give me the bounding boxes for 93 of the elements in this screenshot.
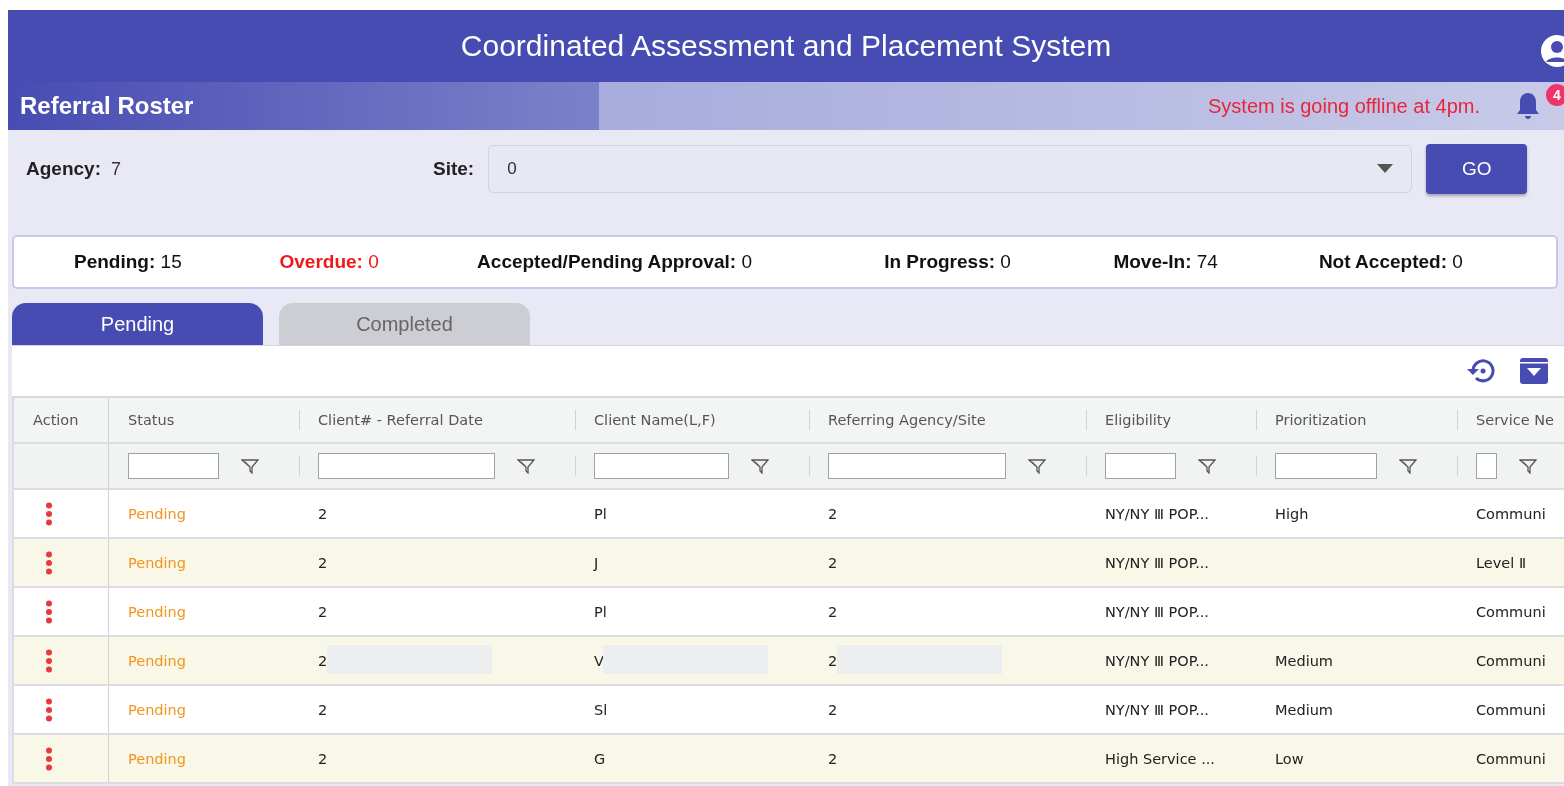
status-text: Pending bbox=[128, 701, 186, 718]
filter-input[interactable] bbox=[828, 453, 1006, 479]
table-cell: Medium bbox=[1275, 701, 1333, 718]
go-button[interactable]: GO bbox=[1426, 144, 1528, 194]
table-row[interactable]: Pending 2 Sl 2 NY/NY Ⅲ POP... Medium Communi bbox=[12, 686, 1564, 735]
column-header[interactable]: Status bbox=[128, 412, 175, 428]
table-row[interactable]: Pending 2 J 2 NY/NY Ⅲ POP... Level Ⅱ bbox=[12, 539, 1564, 588]
table-cell: Low bbox=[1275, 750, 1304, 767]
more-icon[interactable] bbox=[45, 697, 53, 722]
table-cell: 2 bbox=[318, 701, 328, 718]
table-cell: 2 bbox=[828, 603, 838, 620]
status-count: Accepted/Pending Approval: 0 bbox=[477, 251, 753, 273]
filter-input[interactable] bbox=[1105, 453, 1176, 479]
column-header[interactable]: Referring Agency/Site bbox=[828, 412, 986, 428]
filter-input[interactable] bbox=[1476, 453, 1497, 479]
column-header[interactable]: Client# - Referral Date bbox=[318, 412, 483, 428]
dropdown-caret-icon[interactable] bbox=[1377, 164, 1394, 174]
table-cell: 2 bbox=[828, 652, 838, 669]
table-cell: G bbox=[594, 750, 606, 767]
table-cell: 2 bbox=[318, 603, 328, 620]
table-cell: Communi bbox=[1476, 652, 1546, 669]
column-header[interactable]: Service Ne bbox=[1476, 412, 1554, 428]
table-cell: Pl bbox=[594, 505, 607, 522]
offline-notice: System is going offline at 4pm. bbox=[1208, 94, 1480, 118]
table-cell: Sl bbox=[594, 701, 608, 718]
download-icon[interactable] bbox=[1518, 356, 1550, 386]
page-title: Referral Roster bbox=[20, 92, 195, 120]
site-select[interactable]: 0 bbox=[488, 145, 1413, 193]
filter-icon[interactable] bbox=[751, 458, 769, 474]
table-row[interactable]: Pending 2 Pl 2 NY/NY Ⅲ POP... Communi bbox=[12, 588, 1564, 637]
table-cell: Communi bbox=[1476, 750, 1546, 767]
table-cell: 2 bbox=[828, 750, 838, 767]
table-cell: NY/NY Ⅲ POP... bbox=[1105, 603, 1209, 620]
table-cell: Communi bbox=[1476, 505, 1546, 522]
table-cell: Pl bbox=[594, 603, 607, 620]
status-text: Pending bbox=[128, 750, 186, 767]
table-cell: High bbox=[1275, 505, 1309, 522]
table-cell: J bbox=[594, 554, 599, 571]
table-row[interactable]: Pending 2 G 2 High Service ... Low Communi bbox=[12, 735, 1564, 784]
status-count: Overdue: 0 bbox=[279, 251, 380, 273]
agency-label: Agency: bbox=[26, 158, 101, 180]
filter-input[interactable] bbox=[128, 453, 219, 479]
table-cell: NY/NY Ⅲ POP... bbox=[1105, 505, 1209, 522]
table-cell: 2 bbox=[828, 554, 838, 571]
filter-icon[interactable] bbox=[1399, 458, 1417, 474]
more-icon[interactable] bbox=[45, 501, 53, 526]
status-count: Not Accepted: 0 bbox=[1318, 251, 1464, 273]
column-header[interactable]: Eligibility bbox=[1105, 412, 1171, 428]
status-count: Pending: 15 bbox=[74, 251, 183, 273]
table-cell: Level Ⅱ bbox=[1476, 554, 1527, 571]
table-cell: NY/NY Ⅲ POP... bbox=[1105, 652, 1209, 669]
tab[interactable]: Completed bbox=[279, 303, 530, 345]
site-label: Site: bbox=[432, 158, 475, 180]
filter-input[interactable] bbox=[1275, 453, 1377, 479]
more-icon[interactable] bbox=[45, 746, 53, 771]
table-cell: NY/NY Ⅲ POP... bbox=[1105, 554, 1209, 571]
filter-icon[interactable] bbox=[1028, 458, 1046, 474]
filter-icon[interactable] bbox=[1198, 458, 1216, 474]
column-header[interactable]: Action bbox=[33, 412, 79, 428]
more-icon[interactable] bbox=[45, 599, 53, 624]
table-row[interactable]: Pending 2 Pl 2 NY/NY Ⅲ POP... High Communi bbox=[12, 490, 1564, 539]
table-cell: 2 bbox=[318, 750, 328, 767]
table-cell: High Service ... bbox=[1105, 750, 1215, 767]
filter-icon[interactable] bbox=[517, 458, 535, 474]
more-icon[interactable] bbox=[45, 648, 53, 673]
table-cell: 2 bbox=[828, 505, 838, 522]
table-cell: Communi bbox=[1476, 603, 1546, 620]
bell-icon[interactable] bbox=[1514, 91, 1542, 121]
status-text: Pending bbox=[128, 652, 186, 669]
filter-icon[interactable] bbox=[1519, 458, 1537, 474]
table-cell: 2 bbox=[318, 554, 328, 571]
column-header[interactable]: Client Name(L,F) bbox=[594, 412, 716, 428]
filter-icon[interactable] bbox=[241, 458, 259, 474]
table-cell: Communi bbox=[1476, 701, 1546, 718]
status-count: Move-In: 74 bbox=[1113, 251, 1219, 273]
table-cell: 2 bbox=[318, 652, 328, 669]
table-cell: 2 bbox=[828, 701, 838, 718]
table-cell: NY/NY Ⅲ POP... bbox=[1105, 701, 1209, 718]
app-title: Coordinated Assessment and Placement System bbox=[460, 29, 1112, 63]
user-icon[interactable] bbox=[1540, 34, 1564, 68]
column-header[interactable]: Prioritization bbox=[1275, 412, 1367, 428]
table-cell: Medium bbox=[1275, 652, 1333, 669]
status-text: Pending bbox=[128, 554, 186, 571]
notification-badge: 4 bbox=[1546, 84, 1564, 106]
filter-input[interactable] bbox=[318, 453, 495, 479]
more-icon[interactable] bbox=[45, 550, 53, 575]
status-text: Pending bbox=[128, 603, 186, 620]
tab[interactable]: Pending bbox=[12, 303, 263, 345]
table-cell: 2 bbox=[318, 505, 328, 522]
filter-input[interactable] bbox=[594, 453, 729, 479]
status-text: Pending bbox=[128, 505, 186, 522]
agency-value: 7 bbox=[110, 158, 122, 180]
status-count: In Progress: 0 bbox=[884, 251, 1012, 273]
